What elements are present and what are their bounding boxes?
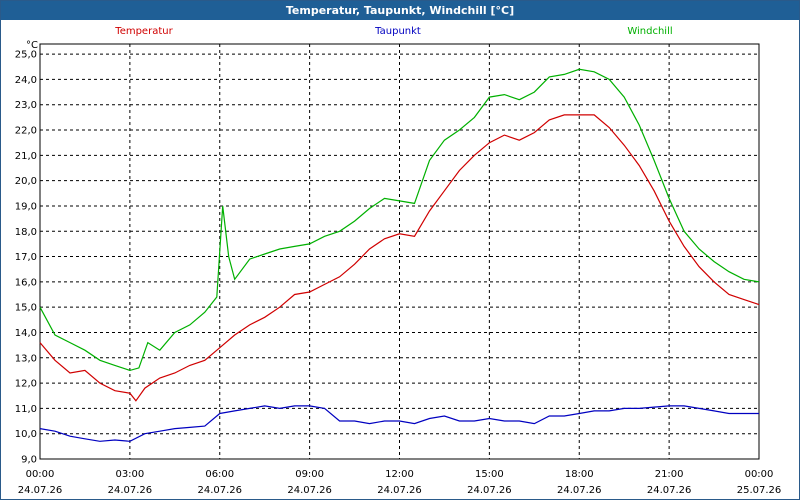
y-tick-label: 11,0: [15, 404, 37, 415]
x-tick-date: 24.07.26: [467, 485, 512, 496]
x-tick-date: 24.07.26: [18, 485, 63, 496]
x-tick-time: 15:00: [475, 469, 504, 480]
x-tick-date: 24.07.26: [647, 485, 692, 496]
x-tick-time: 09:00: [295, 469, 324, 480]
y-tick-label: 10,0: [15, 429, 37, 440]
x-tick-time: 00:00: [26, 469, 55, 480]
y-tick-label: 22,0: [15, 126, 37, 137]
y-tick-label: 25,0: [15, 50, 37, 61]
x-tick-date: 25.07.26: [737, 485, 782, 496]
y-tick-label: 15,0: [15, 303, 37, 314]
x-tick-date: 24.07.26: [287, 485, 332, 496]
y-axis-ticks: 9,0 10,0 11,0 12,0 13,0 14,0 15,0 16,0 17,0 18,0 1…: [15, 50, 37, 466]
y-tick-label: 19,0: [15, 201, 37, 212]
y-tick-label: 16,0: [15, 277, 37, 288]
y-tick-label: 18,0: [15, 227, 37, 238]
x-tick-time: 12:00: [385, 469, 414, 480]
y-tick-label: 21,0: [15, 151, 37, 162]
x-tick-date: 24.07.26: [108, 485, 153, 496]
chart-svg: 9,0 10,0 11,0 12,0 13,0 14,0 15,0 16,0 17,0 18,0 1…: [15, 26, 782, 496]
y-tick-label: 17,0: [15, 252, 37, 263]
x-tick-date: 24.07.26: [197, 485, 242, 496]
x-tick-time: 18:00: [565, 469, 594, 480]
y-tick-label: 12,0: [15, 379, 37, 390]
y-tick-label: 9,0: [21, 455, 37, 466]
x-axis-ticks: 00:00 24.07.26 03:00 24.07.26 06:00 24.07.26 0…: [18, 469, 782, 496]
x-tick-date: 24.07.26: [557, 485, 602, 496]
y-axis-label: °C: [26, 40, 38, 51]
x-tick-time: 00:00: [745, 469, 774, 480]
x-tick-time: 21:00: [655, 469, 684, 480]
y-tick-label: 14,0: [15, 328, 37, 339]
y-tick-label: 20,0: [15, 176, 37, 187]
legend-temperatur: Temperatur: [114, 26, 173, 37]
legend-taupunkt: Taupunkt: [374, 26, 421, 37]
x-tick-time: 03:00: [115, 469, 144, 480]
y-tick-label: 13,0: [15, 353, 37, 364]
y-tick-label: 24,0: [15, 75, 37, 86]
legend-windchill: Windchill: [627, 26, 672, 37]
y-tick-label: 23,0: [15, 100, 37, 111]
x-tick-date: 24.07.26: [377, 485, 422, 496]
x-tick-time: 06:00: [205, 469, 234, 480]
